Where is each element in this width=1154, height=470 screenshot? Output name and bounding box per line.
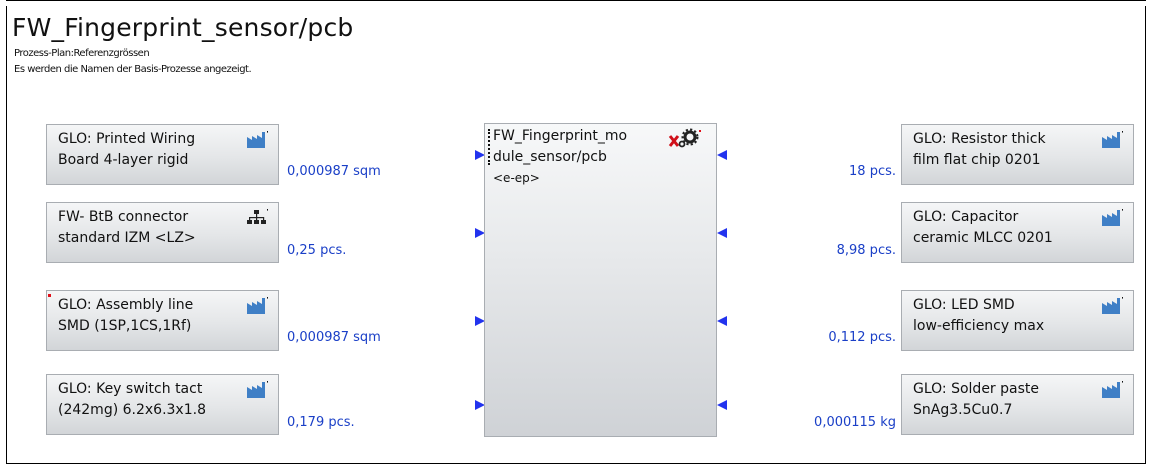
process-name-line1: GLO: LED SMD: [913, 297, 1015, 313]
factory-icon: [247, 131, 268, 148]
process-box-capacitor[interactable]: GLO: Capacitor ceramic MLCC 0201: [901, 202, 1134, 263]
factory-icon: [1102, 297, 1123, 314]
flow-quantity: 0,000115 kg: [814, 415, 896, 430]
factory-icon: [1102, 131, 1123, 148]
process-name-line1: GLO: Assembly line: [58, 297, 194, 313]
process-name-line2: SnAg3.5Cu0.7: [913, 402, 1013, 418]
process-name-line1: GLO: Resistor thick: [913, 131, 1046, 147]
flow-quantity: 0,112 pcs.: [828, 330, 896, 345]
flow-quantity: 18 pcs.: [849, 164, 896, 179]
process-box-key-switch[interactable]: GLO: Key switch tact (242mg) 6.2x6.3x1.8: [46, 374, 279, 435]
process-name-line2: Board 4-layer rigid: [58, 152, 189, 168]
process-name-line1: GLO: Key switch tact: [58, 381, 203, 397]
process-name-line2: SMD (1SP,1CS,1Rf): [58, 318, 192, 334]
center-process-name-line2: dule_sensor/pcb: [493, 149, 607, 165]
process-name-line2: standard IZM <LZ>: [58, 230, 196, 246]
status-marker: [48, 294, 51, 297]
process-name-line1: GLO: Printed Wiring: [58, 131, 196, 147]
process-name-line1: FW- BtB connector: [58, 209, 189, 225]
process-box-printed-wiring-board[interactable]: GLO: Printed Wiring Board 4-layer rigid: [46, 124, 279, 185]
process-box-solder-paste[interactable]: GLO: Solder paste SnAg3.5Cu0.7: [901, 374, 1134, 435]
center-process-icons: [668, 128, 701, 148]
process-name-line2: (242mg) 6.2x6.3x1.8: [58, 402, 206, 418]
x-icon: [668, 135, 680, 147]
process-name-line1: GLO: Capacitor: [913, 209, 1019, 225]
flow-quantity: 0,25 pcs.: [287, 243, 347, 258]
process-box-led-smd[interactable]: GLO: LED SMD low-efficiency max: [901, 290, 1134, 351]
process-box-resistor[interactable]: GLO: Resistor thick film flat chip 0201: [901, 124, 1134, 185]
gear-icon: [678, 128, 701, 148]
process-box-assembly-line[interactable]: GLO: Assembly line SMD (1SP,1CS,1Rf): [46, 290, 279, 351]
factory-icon: [1102, 209, 1123, 226]
factory-icon: [247, 381, 268, 398]
flow-quantity: 0,179 pcs.: [287, 415, 355, 430]
process-name-line2: film flat chip 0201: [913, 152, 1041, 168]
center-process-box[interactable]: FW_Fingerprint_mo dule_sensor/pcb <e-ep>: [484, 123, 717, 437]
process-box-btb-connector[interactable]: FW- BtB connector standard IZM <LZ>: [46, 202, 279, 263]
process-name-line1: GLO: Solder paste: [913, 381, 1039, 397]
process-name-line2: ceramic MLCC 0201: [913, 230, 1053, 246]
factory-icon: [1102, 381, 1123, 398]
hierarchy-icon: [247, 209, 268, 224]
flow-quantity: 0,000987 sqm: [287, 164, 381, 179]
factory-icon: [247, 297, 268, 314]
selection-dotted-line: [488, 129, 490, 165]
process-name-line2: low-efficiency max: [913, 318, 1045, 334]
center-process-tag: <e-ep>: [493, 171, 540, 185]
flow-quantity: 8,98 pcs.: [836, 243, 896, 258]
flow-quantity: 0,000987 sqm: [287, 330, 381, 345]
